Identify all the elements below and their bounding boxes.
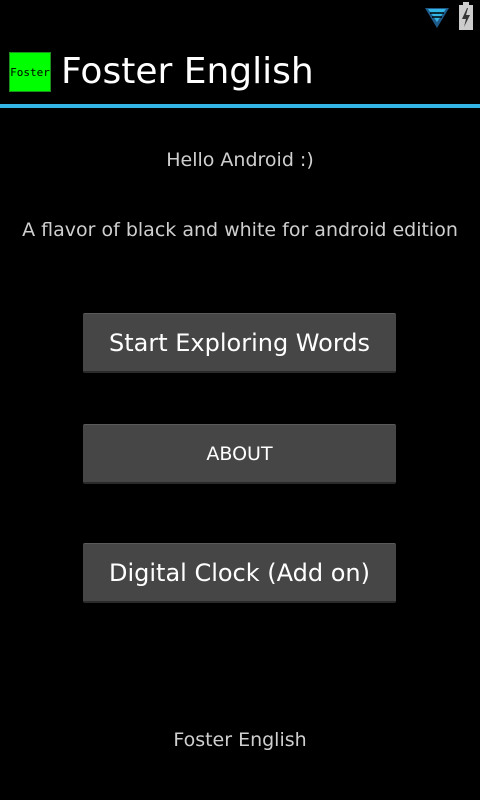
status-icons <box>424 2 474 34</box>
digital-clock-button[interactable]: Digital Clock (Add on) <box>83 543 396 603</box>
greeting-text: Hello Android :) <box>166 149 314 171</box>
battery-charging-icon <box>458 1 474 35</box>
footer-text: Foster English <box>173 729 307 751</box>
about-button[interactable]: ABOUT <box>83 424 396 484</box>
action-bar: Foster Foster English <box>0 36 480 104</box>
start-exploring-words-button[interactable]: Start Exploring Words <box>83 313 396 373</box>
status-bar <box>0 0 480 36</box>
action-bar-divider <box>0 104 480 108</box>
wifi-signal-icon <box>424 2 450 34</box>
subtitle-text: A flavor of black and white for android … <box>22 219 458 241</box>
app-logo[interactable]: Foster <box>9 52 51 92</box>
app-title: Foster English <box>61 51 314 92</box>
